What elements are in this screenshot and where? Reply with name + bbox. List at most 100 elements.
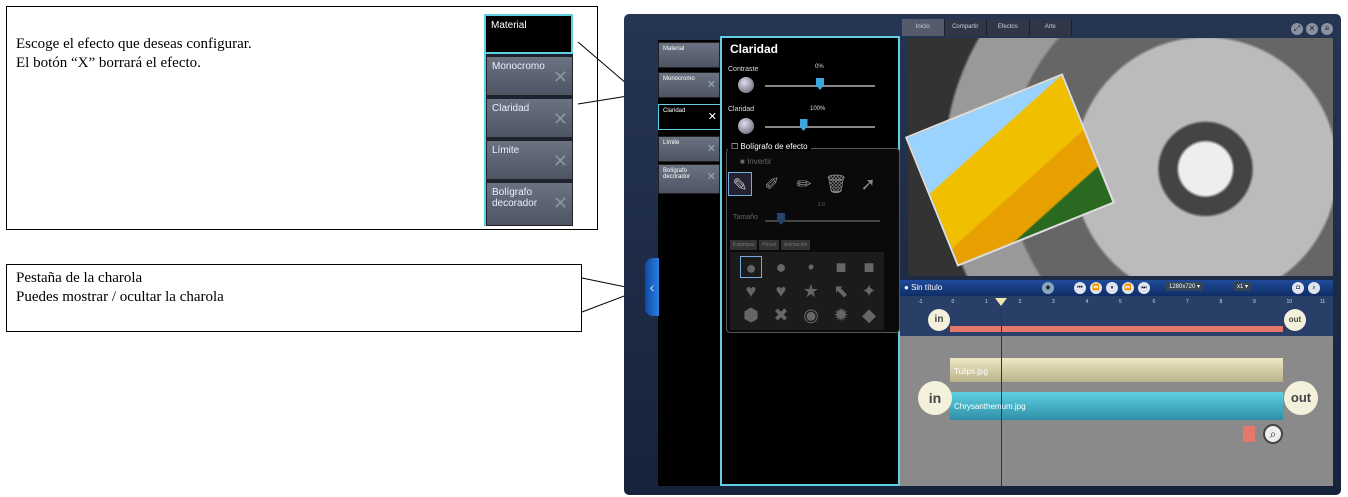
resolution-value: 1280x720 bbox=[1169, 284, 1196, 290]
ruler-tick: 8 bbox=[1219, 299, 1223, 305]
tray-tab-boligrafo[interactable]: Bolígrafo decorador ✕ bbox=[658, 164, 720, 194]
chevron-left-icon: ‹ bbox=[649, 279, 655, 295]
tab-pincel[interactable]: Pincel bbox=[759, 240, 780, 250]
clip-tulips-label: Tulips.jpg bbox=[954, 367, 988, 376]
pen-toolbar: ✎ ✐ ✏ 🗑 ➚ bbox=[728, 172, 880, 196]
heart-stamp-icon[interactable]: ♥ bbox=[770, 280, 792, 302]
clarity-value: 100% bbox=[810, 106, 826, 112]
size-value: 1.0 bbox=[818, 202, 825, 208]
close-icon[interactable]: ✕ bbox=[707, 78, 716, 91]
close-icon[interactable]: ✕ bbox=[707, 142, 716, 155]
ruler-tick: 5 bbox=[1119, 299, 1122, 305]
diamond-stamp-icon[interactable]: ◆ bbox=[858, 304, 880, 326]
title-text: Sin título bbox=[911, 283, 943, 292]
skip-start-icon[interactable]: ⏮ bbox=[1074, 282, 1086, 294]
stamp-shapes: ● ● • ■ ■ ♥ ♥ ★ ⬉ ✦ ⬢ ✖ ◉ ✹ ◆ bbox=[730, 252, 884, 330]
square-stamp-icon[interactable]: ■ bbox=[858, 256, 880, 278]
hexagon-stamp-icon[interactable]: ⬢ bbox=[740, 304, 762, 326]
tab-label: Monocromo bbox=[663, 76, 695, 82]
circle-stamp-icon[interactable]: ● bbox=[770, 256, 792, 278]
effect-pen-toggle[interactable]: ☐ Bolígrafo de efecto bbox=[728, 142, 811, 151]
pinwheel-stamp-icon[interactable]: ✖ bbox=[770, 304, 792, 326]
burst-stamp-icon[interactable]: ✹ bbox=[830, 304, 852, 326]
playhead-line[interactable] bbox=[1001, 300, 1002, 486]
pause-icon[interactable]: ⏸ bbox=[1106, 282, 1118, 294]
pointer-icon[interactable]: ➚ bbox=[856, 172, 880, 196]
trash-icon[interactable]: 🗑 bbox=[824, 172, 848, 196]
player-title: ● Sin título bbox=[904, 283, 943, 292]
clarity-label: Claridad bbox=[728, 106, 755, 113]
close-icon[interactable]: ✕ bbox=[708, 110, 717, 123]
speed-select[interactable]: x1 ▾ bbox=[1234, 282, 1252, 291]
tab-animacion[interactable]: Animación bbox=[781, 240, 811, 250]
out-marker-small[interactable]: out bbox=[1284, 309, 1306, 331]
pen-subtabs: Estampar Pincel Animación bbox=[730, 240, 811, 250]
pen-label: Bolígrafo de efecto bbox=[740, 142, 808, 151]
rewind-icon[interactable]: ⏪ bbox=[1090, 282, 1102, 294]
square-stamp-icon[interactable]: ■ bbox=[830, 256, 852, 278]
clip-chrysanthemum-label: Chrysanthemum.jpg bbox=[954, 402, 1026, 411]
tray-tab-material[interactable]: Material bbox=[658, 42, 720, 68]
zoom-icon[interactable]: ⌕ bbox=[1308, 282, 1320, 294]
ruler-tick: 10 bbox=[1286, 299, 1293, 305]
star-stamp-icon[interactable]: ★ bbox=[800, 280, 822, 302]
ruler-tick: 3 bbox=[1052, 299, 1055, 305]
volume-icon[interactable]: ◉ bbox=[1042, 282, 1054, 294]
contrast-value: 0% bbox=[815, 64, 824, 70]
ruler-tick: 7 bbox=[1186, 299, 1189, 305]
arrow-stamp-icon[interactable]: ⬉ bbox=[830, 280, 852, 302]
size-label: Tamaño bbox=[733, 214, 758, 221]
pen-icon[interactable]: ✎ bbox=[728, 172, 752, 196]
tray-tab-limite[interactable]: Límite ✕ bbox=[658, 136, 720, 162]
camera-icon[interactable]: ◘ bbox=[1292, 282, 1304, 294]
menu-efectos[interactable]: Efectos bbox=[987, 19, 1030, 36]
trim-handle[interactable] bbox=[1243, 426, 1255, 442]
tray-toggle-handle[interactable]: ‹ bbox=[645, 258, 659, 316]
search-icon[interactable]: ⌕ bbox=[1263, 424, 1283, 444]
menu-inicio[interactable]: Inicio bbox=[902, 19, 945, 36]
ruler-tick: 9 bbox=[1253, 299, 1256, 305]
resize-icon[interactable]: ⤢ bbox=[1291, 23, 1303, 35]
circle-stamp-icon[interactable]: ● bbox=[740, 256, 762, 278]
contrast-knob[interactable] bbox=[738, 77, 754, 93]
out-marker[interactable]: out bbox=[1284, 381, 1318, 415]
menu-icon[interactable]: ≡ bbox=[1321, 23, 1333, 35]
in-marker[interactable]: in bbox=[918, 381, 952, 415]
tab-label: Material bbox=[663, 46, 685, 52]
soft-circle-stamp-icon[interactable]: • bbox=[800, 256, 822, 278]
ruler-tick: 4 bbox=[1085, 299, 1089, 305]
eraser-icon[interactable]: ✏ bbox=[792, 172, 816, 196]
speed-value: x1 bbox=[1237, 284, 1244, 290]
invert-label: Invertir bbox=[747, 157, 772, 166]
menu-compartir[interactable]: Compartir bbox=[945, 19, 987, 36]
ring-stamp-icon[interactable]: ◉ bbox=[800, 304, 822, 326]
sparkle-stamp-icon[interactable]: ✦ bbox=[858, 280, 880, 302]
tab-label: Bolígrafo decorador bbox=[663, 168, 691, 180]
ruler-tick: 0 bbox=[951, 299, 955, 305]
clarity-knob[interactable] bbox=[738, 118, 754, 134]
player-bar: ● Sin título ◉ ⏮ ⏪ ⏸ ⏩ ⏭ 1280x720 ▾ x1 ▾… bbox=[900, 280, 1333, 296]
resolution-select[interactable]: 1280x720 ▾ bbox=[1166, 282, 1204, 291]
heart-stamp-icon[interactable]: ♥ bbox=[740, 280, 762, 302]
skip-end-icon[interactable]: ⏭ bbox=[1138, 282, 1150, 294]
tray-tab-claridad[interactable]: Claridad ✕ bbox=[658, 104, 720, 130]
effect-range-bar[interactable] bbox=[950, 326, 1283, 332]
clarity-slider[interactable] bbox=[765, 126, 875, 128]
tab-label: Límite bbox=[663, 140, 680, 146]
in-marker-small[interactable]: in bbox=[928, 309, 950, 331]
tab-estampar[interactable]: Estampar bbox=[730, 240, 758, 250]
ruler-tick: 2 bbox=[1018, 299, 1022, 305]
invert-checkbox[interactable]: ■ Invertir bbox=[740, 157, 772, 166]
contrast-label: Contraste bbox=[728, 66, 759, 73]
tray-tab-monocromo[interactable]: Monocromo ✕ bbox=[658, 72, 720, 98]
ruler-tick: 6 bbox=[1152, 299, 1156, 305]
ruler-tick: -1 bbox=[918, 299, 923, 305]
clip-tulips[interactable] bbox=[950, 358, 1283, 382]
menu-arte[interactable]: Arte bbox=[1030, 19, 1072, 36]
main-menu: Inicio Compartir Efectos Arte bbox=[902, 19, 1072, 36]
tab-label: Claridad bbox=[663, 108, 686, 114]
close-icon[interactable]: ✕ bbox=[707, 170, 716, 183]
close-icon[interactable]: ✕ bbox=[1306, 23, 1318, 35]
brush-icon[interactable]: ✐ bbox=[760, 172, 784, 196]
forward-icon[interactable]: ⏩ bbox=[1122, 282, 1134, 294]
